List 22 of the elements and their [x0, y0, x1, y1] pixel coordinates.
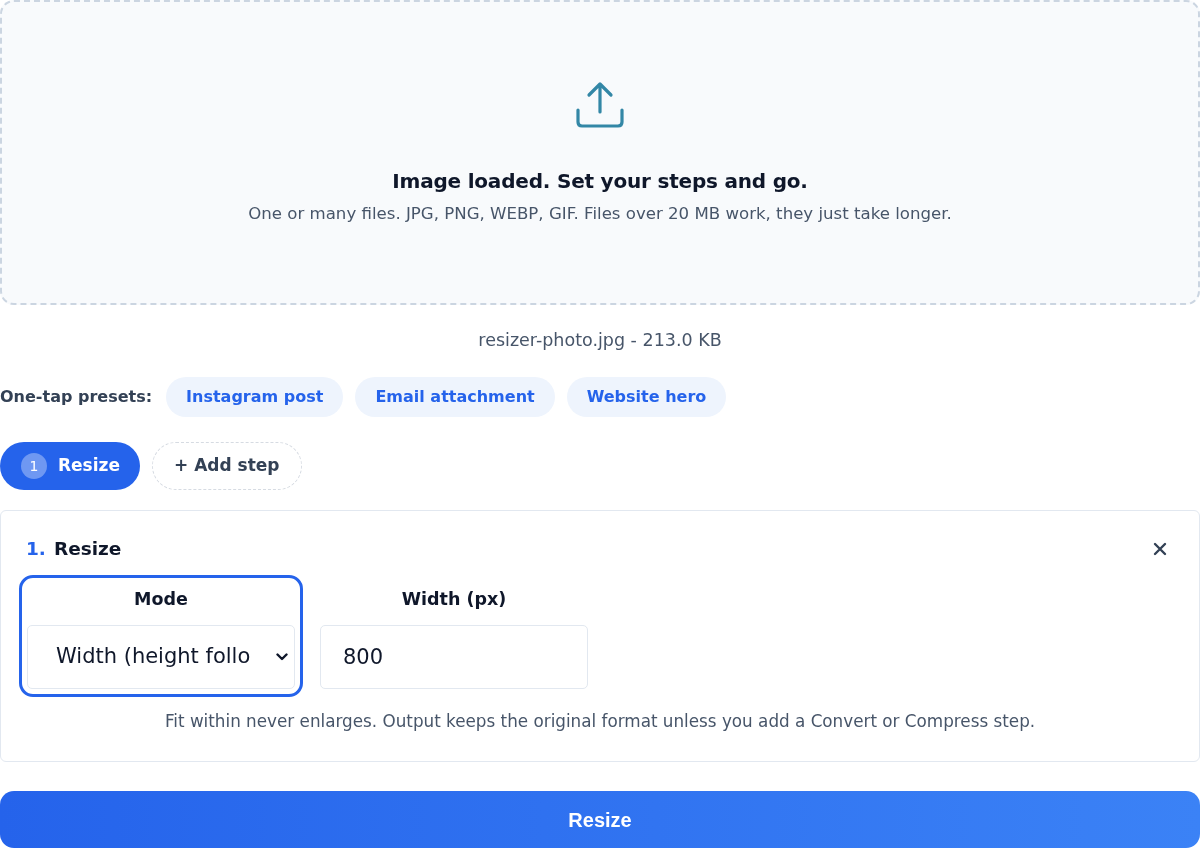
step-index: 1. — [26, 537, 46, 562]
dropzone-subtitle: One or many files. JPG, PNG, WEBP, GIF. Files over 20 MB work, they just take longer. — [248, 203, 952, 225]
step-tab[interactable]: 1 Resize — [0, 442, 140, 490]
chevron-down-icon — [276, 653, 288, 661]
field-label: Width (px) — [400, 588, 508, 611]
hint-text: Fit within never enlarges. Output keeps the original format unless you add a Convert or Compress step. — [163, 710, 1037, 733]
presets-label: One-tap presets: — [0, 386, 153, 408]
dropzone-title: Image loaded. Set your steps and go. — [392, 168, 808, 195]
add-step-button[interactable]: + Add step — [152, 442, 302, 490]
resize-button[interactable]: Resize — [0, 791, 1200, 848]
file-info: resizer-photo.jpg - 213.0 KB — [477, 329, 723, 352]
preset-chip[interactable]: Email attachment — [355, 377, 555, 417]
mode-select[interactable]: Width (height follo — [27, 625, 295, 689]
close-icon[interactable] — [1153, 542, 1167, 556]
preset-chip[interactable]: Website hero — [566, 377, 727, 417]
step-title: Resize — [53, 537, 122, 562]
upload-dropzone[interactable]: Image loaded. Set your steps and go. One or many files. JPG, PNG, WEBP, GIF. Files over 20 MB work, they just take longer. — [0, 0, 1200, 305]
preset-chip[interactable]: Instagram post — [166, 377, 344, 417]
field-label: Mode — [133, 588, 189, 611]
upload-icon — [575, 80, 625, 130]
width-input[interactable]: 800 — [320, 625, 588, 689]
step-number: 1 — [21, 453, 47, 479]
